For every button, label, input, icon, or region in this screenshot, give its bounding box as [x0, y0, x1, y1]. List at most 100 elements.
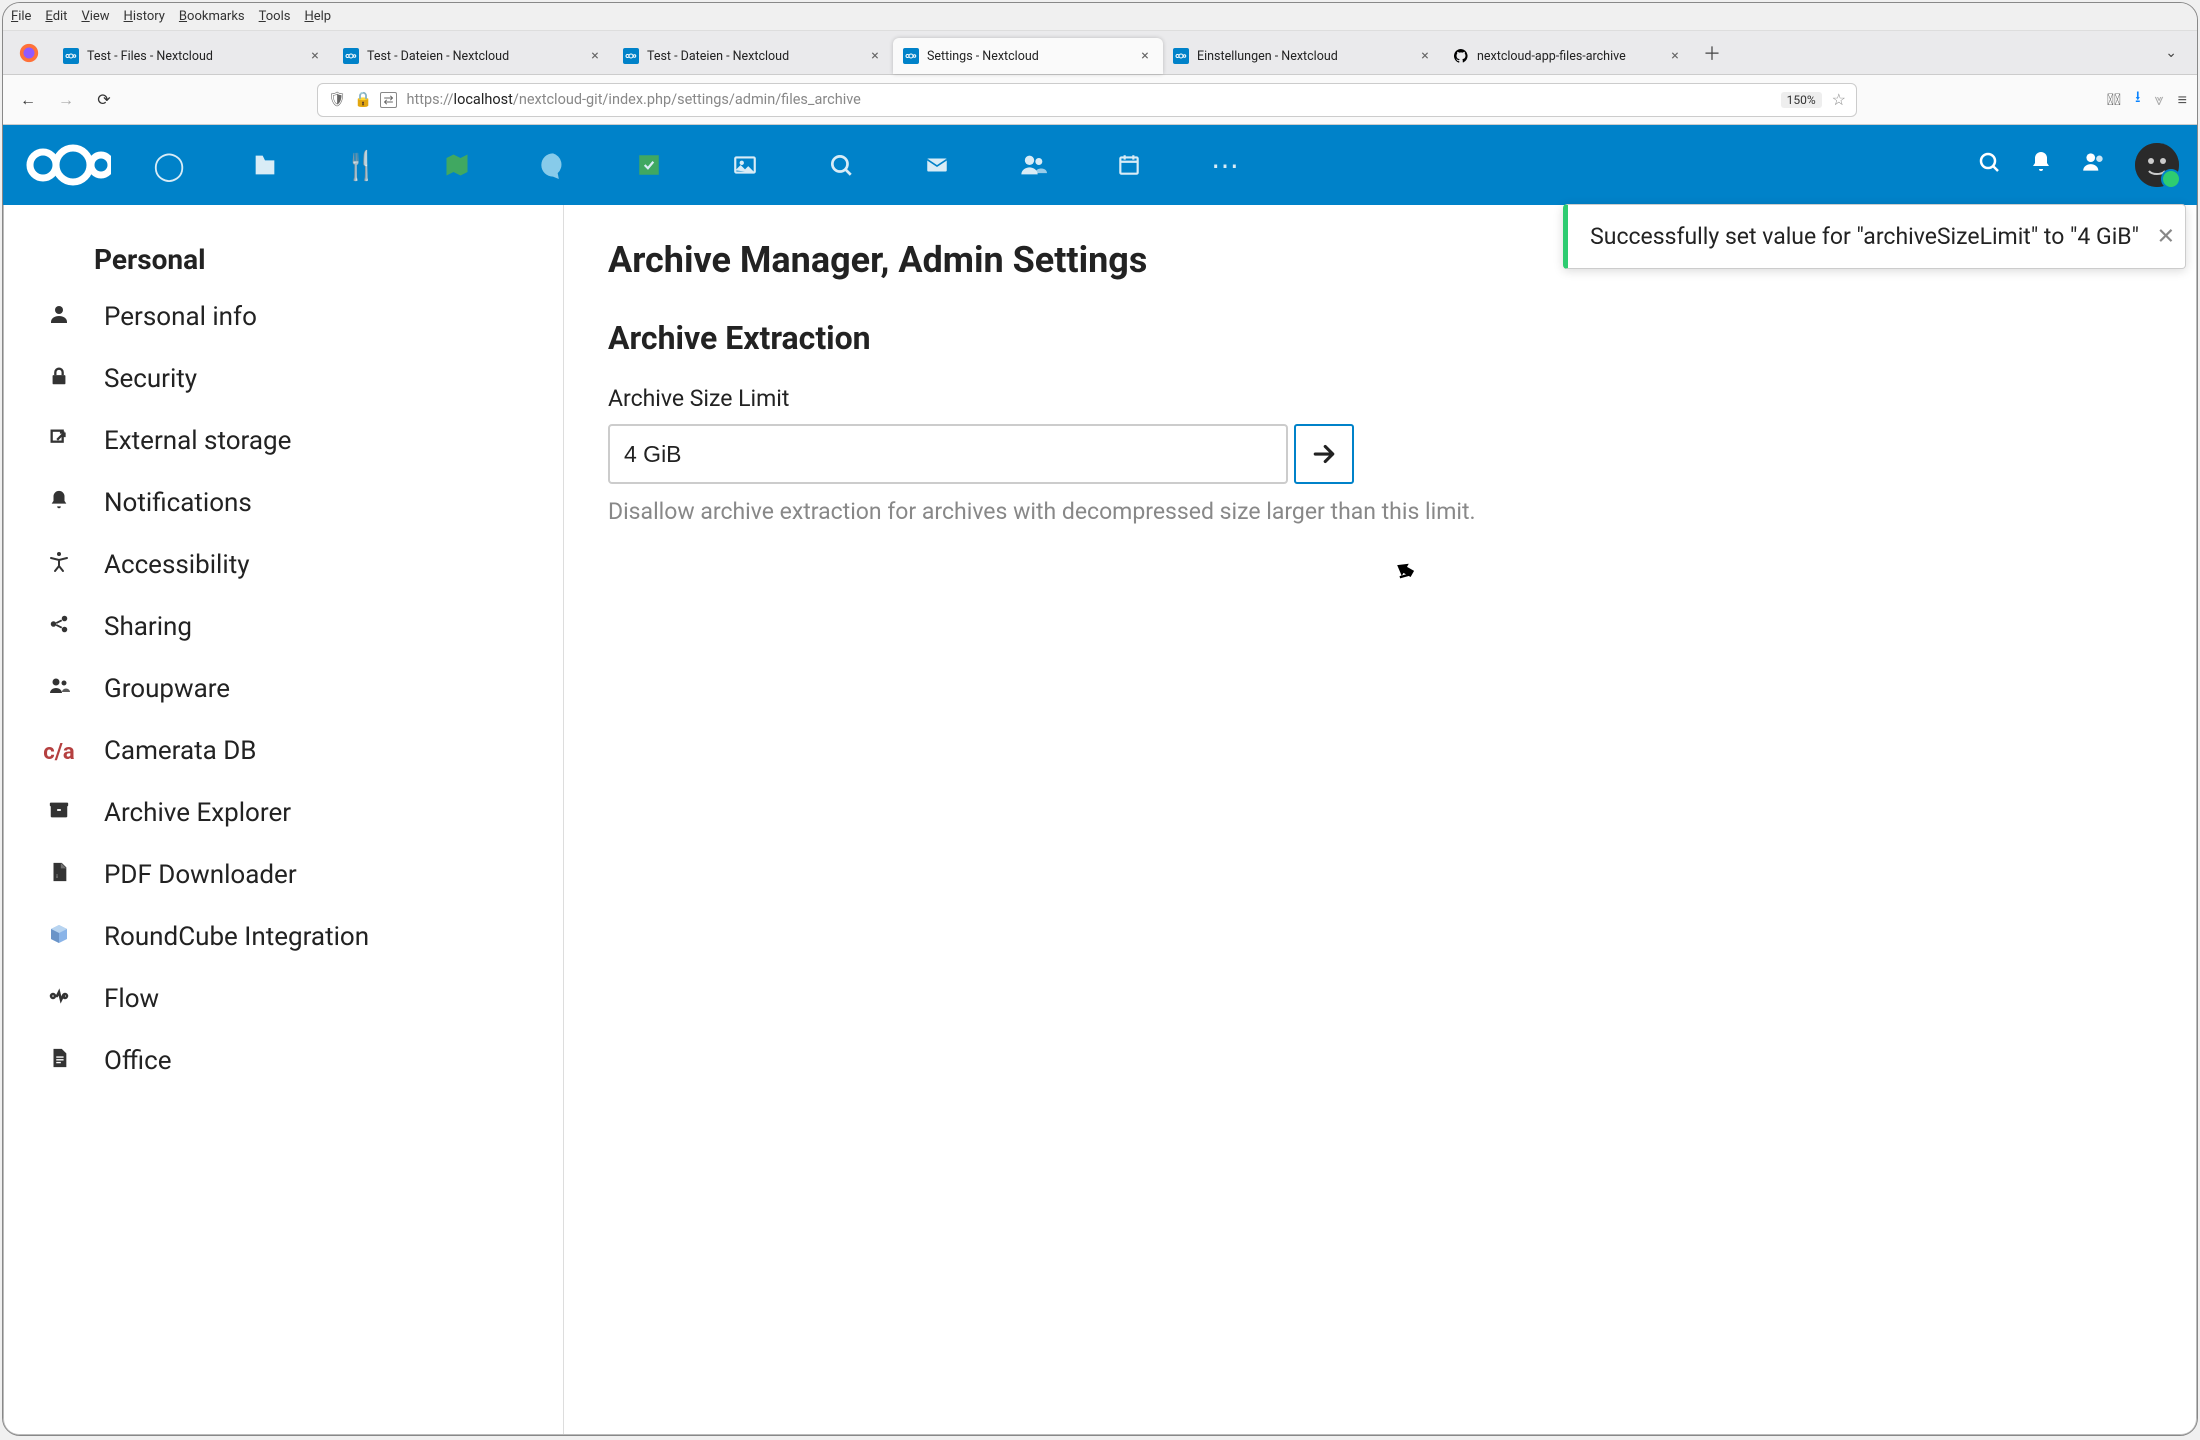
sidebar-item-flow[interactable]: Flow [4, 968, 563, 1030]
browser-tab[interactable]: nextcloud-app-files-archive× [1443, 38, 1693, 74]
tab-close-button[interactable]: × [307, 48, 323, 64]
sidebar-item-notifications[interactable]: Notifications [4, 472, 563, 534]
firefox-icon [11, 35, 47, 71]
permissions-icon: ⇄ [380, 92, 396, 108]
flow-icon [42, 984, 76, 1014]
app-calendar[interactable] [1081, 125, 1177, 205]
sidebar-item-accessibility[interactable]: Accessibility [4, 534, 563, 596]
app-dashboard[interactable]: ◯ [121, 125, 217, 205]
tab-overflow-button[interactable]: ⌄ [2153, 45, 2189, 61]
pocket-icon[interactable]: ⌄⃞ [2107, 90, 2121, 109]
browser-tab[interactable]: Einstellungen - Nextcloud × [1163, 38, 1443, 74]
sidebar-item-security[interactable]: Security [4, 348, 563, 410]
os-menu-view[interactable]: View [81, 9, 109, 24]
extensions-icon[interactable]: ⩔ [2155, 90, 2164, 110]
tab-title: Einstellungen - Nextcloud [1197, 49, 1409, 64]
settings-main: Archive Manager, Admin Settings Archive … [564, 205, 2196, 1434]
app-search[interactable] [793, 125, 889, 205]
arrow-right-icon [1309, 439, 1339, 469]
zoom-badge[interactable]: 150% [1781, 92, 1822, 108]
sidebar-item-external-storage[interactable]: External storage [4, 410, 563, 472]
nextcloud-favicon-icon [903, 48, 919, 64]
bookmark-star-icon[interactable]: ☆ [1832, 90, 1846, 109]
app-photos[interactable] [697, 125, 793, 205]
content-area: Personal Personal infoSecurityExternal s… [3, 205, 2197, 1435]
section-title: Archive Extraction [608, 319, 2152, 357]
downloads-icon[interactable]: ⭳ [2135, 86, 2141, 113]
sidebar-item-label: RoundCube Integration [104, 922, 369, 952]
sidebar-item-label: Office [104, 1046, 171, 1076]
sidebar-item-sharing[interactable]: Sharing [4, 596, 563, 658]
avatar[interactable] [2135, 143, 2179, 187]
tab-close-button[interactable]: × [587, 48, 603, 64]
os-menu-edit[interactable]: Edit [45, 9, 67, 24]
lock-icon [42, 365, 76, 393]
nextcloud-favicon-icon [1173, 48, 1189, 64]
browser-tab[interactable]: Settings - Nextcloud × [893, 38, 1163, 74]
app-recipes[interactable]: 🍴 [313, 125, 409, 205]
tab-title: Settings - Nextcloud [927, 49, 1129, 64]
app-contacts[interactable] [985, 125, 1081, 205]
app-more[interactable]: ⋯ [1177, 125, 1273, 205]
success-toast: Successfully set value for "archiveSizeL… [1563, 204, 2186, 269]
app-talk[interactable] [505, 125, 601, 205]
os-menu-help[interactable]: Help [304, 9, 331, 24]
tab-close-button[interactable]: × [1417, 48, 1433, 64]
sidebar-item-label: Sharing [104, 612, 192, 642]
sidebar-item-roundcube-integration[interactable]: RoundCube Integration [4, 906, 563, 968]
lock-icon: 🔒 [354, 91, 372, 108]
nextcloud-favicon-icon [63, 48, 79, 64]
group-icon [42, 674, 76, 704]
reload-button[interactable]: ⟳ [89, 85, 119, 115]
nextcloud-favicon-icon [343, 48, 359, 64]
back-button[interactable]: ← [13, 85, 43, 115]
app-files[interactable] [217, 125, 313, 205]
cube-icon [42, 922, 76, 952]
sidebar-item-label: Flow [104, 984, 159, 1014]
header-search-icon[interactable] [1977, 150, 2001, 181]
shield-icon: 🛡︎ [328, 91, 346, 108]
browser-tab[interactable]: Test - Dateien - Nextcloud × [613, 38, 893, 74]
sidebar-item-archive-explorer[interactable]: Archive Explorer [4, 782, 563, 844]
url-bar[interactable]: 🛡︎ 🔒 ⇄ https://localhost/nextcloud-git/i… [317, 83, 1857, 117]
nextcloud-header: ◯ 🍴 ⋯ [3, 125, 2197, 205]
sidebar-item-label: Personal info [104, 302, 257, 332]
sidebar-item-camerata-db[interactable]: c/aCamerata DB [4, 720, 563, 782]
os-menu-tools[interactable]: Tools [259, 9, 291, 24]
sidebar-item-personal-info[interactable]: Personal info [4, 286, 563, 348]
sidebar-item-office[interactable]: Office [4, 1030, 563, 1092]
app-maps[interactable] [409, 125, 505, 205]
sidebar-item-label: External storage [104, 426, 291, 456]
header-notifications-icon[interactable] [2029, 150, 2053, 181]
sidebar-item-label: Archive Explorer [104, 798, 291, 828]
app-mail[interactable] [889, 125, 985, 205]
bell-icon [42, 489, 76, 517]
a11y-icon [42, 550, 76, 580]
tab-title: Test - Files - Nextcloud [87, 49, 299, 64]
os-menu-file[interactable]: File [11, 9, 31, 24]
tab-title: Test - Dateien - Nextcloud [647, 49, 859, 64]
tab-close-button[interactable]: × [1137, 48, 1153, 64]
archive-size-limit-label: Archive Size Limit [608, 385, 2152, 412]
browser-menu-button[interactable]: ≡ [2178, 90, 2187, 110]
settings-sidebar: Personal Personal infoSecurityExternal s… [4, 205, 564, 1434]
sidebar-item-groupware[interactable]: Groupware [4, 658, 563, 720]
sidebar-item-pdf-downloader[interactable]: ↓PDF Downloader [4, 844, 563, 906]
os-menu-history[interactable]: History [124, 9, 165, 24]
user-icon [42, 302, 76, 332]
os-menu-bookmarks[interactable]: Bookmarks [179, 9, 245, 24]
header-contacts-icon[interactable] [2081, 149, 2107, 182]
browser-tab[interactable]: Test - Files - Nextcloud × [53, 38, 333, 74]
tab-close-button[interactable]: × [867, 48, 883, 64]
tab-close-button[interactable]: × [1667, 48, 1683, 64]
new-tab-button[interactable]: ＋ [1697, 38, 1727, 68]
app-passwords[interactable] [601, 125, 697, 205]
archive-size-limit-input[interactable] [608, 424, 1288, 484]
browser-tabstrip: Test - Files - Nextcloud × Test - Dateien … [3, 31, 2197, 75]
archive-size-limit-help: Disallow archive extraction for archives… [608, 498, 2152, 525]
archive-size-limit-submit-button[interactable] [1294, 424, 1354, 484]
browser-tab[interactable]: Test - Dateien - Nextcloud× [333, 38, 613, 74]
forward-button[interactable]: → [51, 85, 81, 115]
nextcloud-logo[interactable] [21, 143, 121, 187]
toast-close-button[interactable]: ✕ [2157, 224, 2175, 249]
